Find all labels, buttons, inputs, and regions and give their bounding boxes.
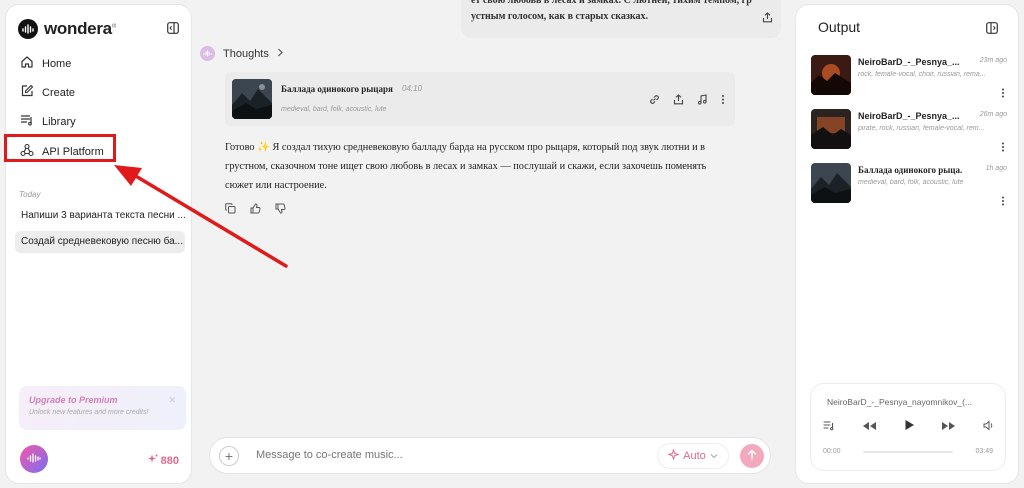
share-icon[interactable] xyxy=(673,92,684,110)
history-section-label: Today xyxy=(19,190,41,199)
more-vertical-icon[interactable] xyxy=(721,92,725,110)
output-track[interactable]: NeiroBarD_-_Pesnya_... 26m ago pirate, r… xyxy=(811,109,1007,153)
history-item[interactable]: Напиши 3 варианта текста песни ... xyxy=(15,205,185,227)
player-current-time: 00:00 xyxy=(823,448,841,455)
sparkle-icon xyxy=(667,448,680,463)
ai-avatar-icon xyxy=(200,46,215,61)
track-name: NeiroBarD_-_Pesnya_... xyxy=(858,111,960,121)
player-progress-bar[interactable] xyxy=(863,451,953,453)
copy-icon[interactable] xyxy=(225,201,236,219)
track-cover-image xyxy=(811,55,851,95)
credits-value: 880 xyxy=(160,454,179,467)
nav-home[interactable]: Home xyxy=(20,55,71,72)
track-tags: medieval, bard, folk, acoustic, lute xyxy=(858,179,964,186)
music-note-icon[interactable] xyxy=(697,92,708,110)
panel-collapse-icon[interactable] xyxy=(986,21,998,39)
link-icon[interactable] xyxy=(649,92,660,110)
track-time: 23m ago xyxy=(979,57,1007,64)
song-title: Баллада одинокого рыцаря xyxy=(281,84,393,94)
more-vertical-icon[interactable] xyxy=(1001,139,1005,157)
reply-actions xyxy=(225,201,286,219)
credits-counter[interactable]: 880 xyxy=(147,454,179,467)
track-name: Баллада одинокого рыца... xyxy=(858,165,962,175)
message-input[interactable] xyxy=(256,449,636,461)
history-item-active[interactable]: Создай средневековую песню ба... xyxy=(15,231,185,253)
thoughts-toggle[interactable]: Thoughts xyxy=(200,46,284,61)
nav-library-label: Library xyxy=(42,115,76,128)
audio-player: NeiroBarD_-_Pesnya_nayomnikov_(... 00:00… xyxy=(810,383,1006,471)
track-time: 26m ago xyxy=(979,111,1007,118)
logo-wave-icon xyxy=(18,19,38,39)
song-cover-image xyxy=(232,79,272,119)
upgrade-title: Upgrade to Premium xyxy=(29,395,118,405)
playlist-icon[interactable] xyxy=(823,418,835,436)
thumbs-up-icon[interactable] xyxy=(250,201,261,219)
avatar-wave-icon xyxy=(27,450,41,468)
track-cover-image xyxy=(811,163,851,203)
edit-icon xyxy=(20,84,34,101)
upgrade-card[interactable]: Upgrade to Premium Unlock new features a… xyxy=(19,386,186,430)
player-track-title: NeiroBarD_-_Pesnya_nayomnikov_(... xyxy=(827,397,973,407)
upgrade-subtitle: Unlock new features and more credits! xyxy=(29,409,149,416)
plus-icon: + xyxy=(224,448,234,464)
user-message-line: устным голосом, как в старых сказках. xyxy=(471,11,649,22)
chevron-right-icon xyxy=(277,48,284,60)
volume-icon[interactable] xyxy=(983,418,995,436)
track-tags: rock, female-vocal, choir, russian, rema… xyxy=(858,71,986,78)
chevron-down-icon xyxy=(710,450,718,462)
more-vertical-icon[interactable] xyxy=(1001,193,1005,211)
mode-selector[interactable]: Auto xyxy=(657,443,729,469)
logo[interactable]: wonderaα xyxy=(18,19,116,39)
song-duration: 04:10 xyxy=(402,84,423,93)
sidebar-collapse-icon[interactable] xyxy=(167,21,179,39)
output-track[interactable]: Баллада одинокого рыца... 1h ago medieva… xyxy=(811,163,1007,207)
avatar[interactable] xyxy=(20,445,48,473)
player-controls xyxy=(823,418,995,436)
arrow-up-icon xyxy=(747,447,757,465)
library-icon xyxy=(20,113,34,130)
nav-library[interactable]: Library xyxy=(20,113,76,130)
close-icon[interactable]: ✕ xyxy=(168,395,176,406)
output-title: Output xyxy=(818,19,861,35)
mode-label: Auto xyxy=(683,450,706,462)
song-actions xyxy=(649,92,725,110)
nav-create-label: Create xyxy=(42,86,76,99)
fast-forward-icon[interactable] xyxy=(941,418,956,436)
user-message-line: ет свою любовь в лесах и замках. С лютне… xyxy=(471,0,752,6)
nav-home-label: Home xyxy=(42,57,72,70)
rewind-icon[interactable] xyxy=(862,418,877,436)
sparkle-icon xyxy=(147,454,158,467)
track-name: NeiroBarD_-_Pesnya_... xyxy=(858,57,960,67)
track-tags: pirate, rock, russian, female-vocal, rem… xyxy=(858,125,985,132)
assistant-reply: Готово ✨ Я создал тихую средневековую ба… xyxy=(225,142,707,191)
nav-create[interactable]: Create xyxy=(20,84,75,101)
thumbs-down-icon[interactable] xyxy=(275,201,286,219)
share-icon[interactable] xyxy=(762,12,773,29)
play-icon[interactable] xyxy=(904,418,915,436)
message-composer: + Auto xyxy=(209,437,771,474)
song-card[interactable]: Баллада одинокого рыцаря 04:10 medieval,… xyxy=(225,72,735,126)
output-track[interactable]: NeiroBarD_-_Pesnya_... 23m ago rock, fem… xyxy=(811,55,1007,99)
home-icon xyxy=(20,55,34,72)
thoughts-label: Thoughts xyxy=(223,47,269,60)
user-message-bubble: ет свою любовь в лесах и замках. С лютне… xyxy=(461,0,781,38)
track-time: 1h ago xyxy=(985,165,1007,172)
track-cover-image xyxy=(811,109,851,149)
player-total-time: 03:49 xyxy=(975,448,993,455)
more-vertical-icon[interactable] xyxy=(1001,85,1005,103)
logo-text: wonderaα xyxy=(44,19,116,38)
annotation-highlight-box xyxy=(4,134,116,162)
output-panel: Output NeiroBarD_-_Pesnya_... 23m ago ro… xyxy=(795,4,1019,484)
sidebar: wonderaα Home Create Library API Platfor… xyxy=(5,4,192,484)
add-attachment-button[interactable]: + xyxy=(219,446,239,466)
song-tags: medieval, bard, folk, acoustic, lute xyxy=(281,106,387,113)
send-button[interactable] xyxy=(740,444,764,468)
